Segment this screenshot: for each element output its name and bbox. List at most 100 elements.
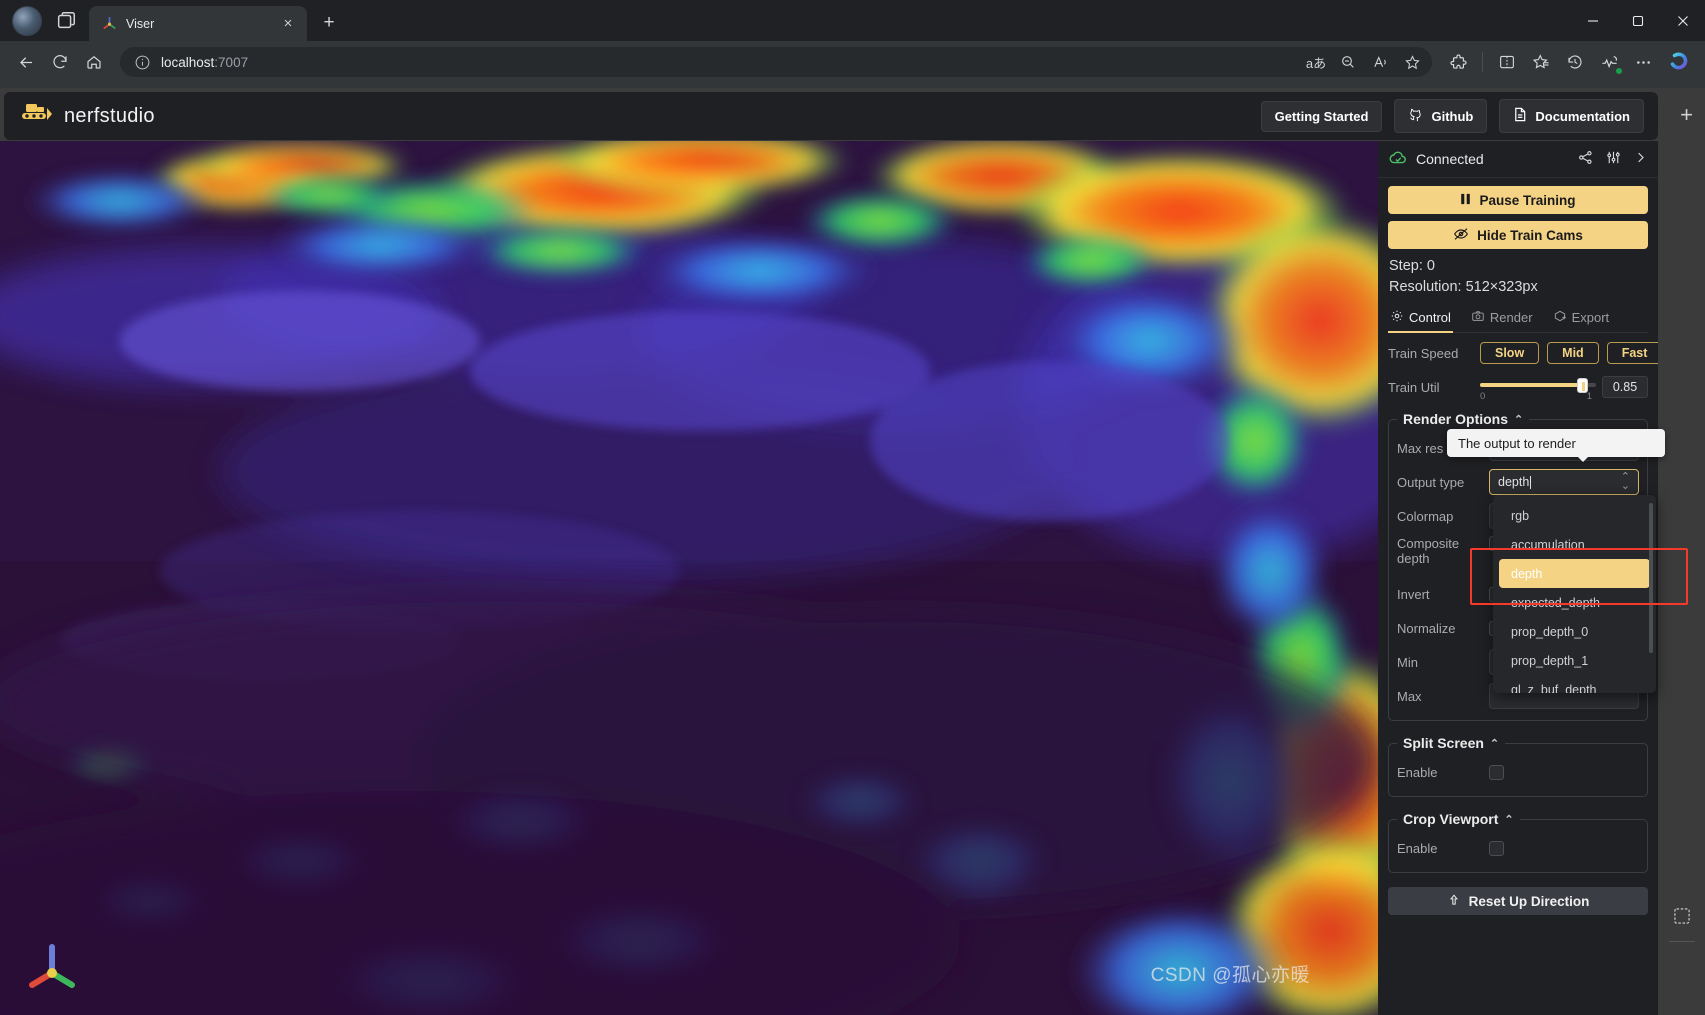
reset-up-direction-button[interactable]: Reset Up Direction (1388, 887, 1648, 915)
split-screen-title: Split Screen (1403, 735, 1484, 751)
render-options-title: Render Options (1403, 411, 1509, 427)
dropdown-option-prop-depth-1[interactable]: prop_depth_1 (1499, 646, 1650, 675)
hide-train-cams-button[interactable]: Hide Train Cams (1388, 221, 1648, 249)
hide-train-cams-label: Hide Train Cams (1477, 227, 1583, 243)
bulldozer-icon (18, 99, 64, 134)
favorite-star-icon[interactable] (1398, 48, 1426, 76)
colormap-label: Colormap (1397, 508, 1454, 524)
split-screen-enable-control (1489, 764, 1639, 780)
crop-viewport-enable-label: Enable (1397, 840, 1438, 856)
address-bar-url: localhost:7007 (161, 55, 1292, 70)
panel-header-icons (1577, 149, 1648, 169)
split-screen-enable-checkbox[interactable] (1489, 764, 1504, 780)
tab-control-label: Control (1409, 310, 1451, 325)
performance-icon[interactable] (1593, 46, 1625, 78)
minimize-icon[interactable] (1570, 0, 1615, 41)
watermark-text: CSDN @孤心亦暖 (1150, 965, 1310, 986)
getting-started-button[interactable]: Getting Started (1260, 100, 1383, 132)
copilot-icon[interactable] (1665, 47, 1695, 77)
browser-toolbar: localhost:7007 aあ (0, 41, 1705, 83)
tab-render[interactable]: Render (1469, 305, 1535, 332)
collections-icon[interactable] (1525, 46, 1557, 78)
documentation-button[interactable]: Documentation (1499, 99, 1644, 133)
arrow-up-icon (1447, 893, 1461, 910)
viser-axes-icon (101, 15, 118, 32)
browser-tab-viser[interactable]: Viser × (89, 6, 307, 41)
document-icon (1513, 107, 1527, 125)
tab-render-label: Render (1489, 310, 1533, 325)
new-tab-button[interactable]: + (315, 9, 343, 37)
render-options-legend[interactable]: Render Options ⌃ (1397, 411, 1530, 427)
profile-avatar[interactable] (12, 6, 42, 36)
output-type-row: Output type depth ⌃ ⌄ (1397, 468, 1639, 496)
zoom-out-icon[interactable] (1334, 48, 1362, 76)
chevron-up-icon[interactable]: ⌃ (1514, 413, 1523, 426)
page-content: nerfstudio Getting Started Github Docume… (0, 88, 1705, 1015)
url-port: :7007 (214, 54, 249, 70)
extensions-icon[interactable] (1442, 46, 1474, 78)
sliders-icon[interactable] (1605, 149, 1622, 169)
github-button[interactable]: Github (1394, 99, 1488, 133)
text-caret (1530, 475, 1532, 489)
split-screen-enable-label: Enable (1397, 764, 1438, 780)
crop-viewport-legend[interactable]: Crop Viewport ⌃ (1397, 811, 1520, 827)
train-util-row: Train Util 0 1 0.85 (1388, 373, 1648, 402)
dropdown-option-rgb[interactable]: rgb (1499, 501, 1650, 530)
close-window-icon[interactable] (1660, 0, 1705, 41)
home-icon[interactable] (78, 46, 110, 78)
settings-more-icon[interactable] (1627, 46, 1659, 78)
chevron-updown-icon[interactable]: ⌃ ⌄ (1621, 472, 1630, 492)
translate-icon[interactable]: aあ (1302, 48, 1330, 76)
output-type-tooltip: The output to render (1447, 429, 1665, 462)
output-type-value: depth (1498, 475, 1530, 489)
chevron-up-icon[interactable]: ⌃ (1504, 813, 1513, 826)
toolbar-divider (1482, 52, 1483, 72)
step-stat: Step: 0 (1389, 258, 1435, 274)
chevron-right-icon[interactable] (1633, 150, 1648, 168)
annotation-highlight-box (1470, 548, 1688, 605)
split-screen-icon[interactable] (1491, 46, 1523, 78)
split-screen-legend[interactable]: Split Screen ⌃ (1397, 735, 1506, 751)
back-arrow-icon[interactable] (10, 46, 42, 78)
export-icon (1553, 309, 1567, 326)
screenshot-icon[interactable] (1667, 901, 1697, 931)
train-speed-slow[interactable]: Slow (1480, 342, 1540, 364)
tab-strip: Viser × + (0, 0, 1705, 41)
output-type-label: Output type (1397, 474, 1465, 490)
info-circle-icon[interactable] (134, 54, 151, 71)
resolution-stat: Resolution: 512×323px (1389, 279, 1538, 295)
share-nodes-icon[interactable] (1577, 149, 1594, 169)
url-host: localhost (161, 54, 215, 70)
tab-control[interactable]: Control (1388, 305, 1453, 333)
train-speed-fast[interactable]: Fast (1606, 342, 1658, 364)
dropdown-option-prop-depth-0[interactable]: prop_depth_0 (1499, 617, 1650, 646)
max-label: Max (1397, 688, 1422, 704)
chevron-up-icon[interactable]: ⌃ (1490, 737, 1499, 750)
pause-training-button[interactable]: Pause Training (1388, 186, 1648, 214)
train-util-slider[interactable]: 0 1 (1480, 375, 1596, 402)
maximize-icon[interactable] (1615, 0, 1660, 41)
read-aloud-icon[interactable] (1366, 48, 1394, 76)
train-util-value[interactable]: 0.85 (1602, 376, 1648, 398)
address-bar[interactable]: localhost:7007 aあ (120, 47, 1432, 77)
slider-max-label: 1 (1586, 391, 1592, 402)
reload-icon[interactable] (44, 46, 76, 78)
reset-up-direction-label: Reset Up Direction (1468, 893, 1590, 909)
output-type-input[interactable]: depth ⌃ ⌄ (1489, 469, 1639, 495)
add-panel-button[interactable]: + (1680, 102, 1693, 128)
window-controls (1570, 0, 1705, 41)
tooltip-text: The output to render (1458, 435, 1576, 451)
tab-actions-icon[interactable] (53, 8, 79, 34)
train-speed-mid[interactable]: Mid (1547, 342, 1599, 364)
render-viewport[interactable]: CSDN @孤心亦暖 (0, 141, 1378, 1015)
dropdown-option-gl-z-buf-depth[interactable]: gl_z_buf_depth (1499, 675, 1650, 694)
split-screen-enable-row: Enable (1397, 758, 1639, 786)
history-icon[interactable] (1559, 46, 1591, 78)
xyz-axis-gizmo[interactable] (22, 939, 82, 999)
crop-viewport-enable-checkbox[interactable] (1489, 840, 1504, 856)
rail-divider (1668, 941, 1695, 942)
tab-export[interactable]: Export (1551, 305, 1612, 332)
gear-icon (1390, 309, 1404, 326)
nerfstudio-logo[interactable]: nerfstudio (18, 99, 155, 134)
close-icon[interactable]: × (277, 13, 299, 35)
